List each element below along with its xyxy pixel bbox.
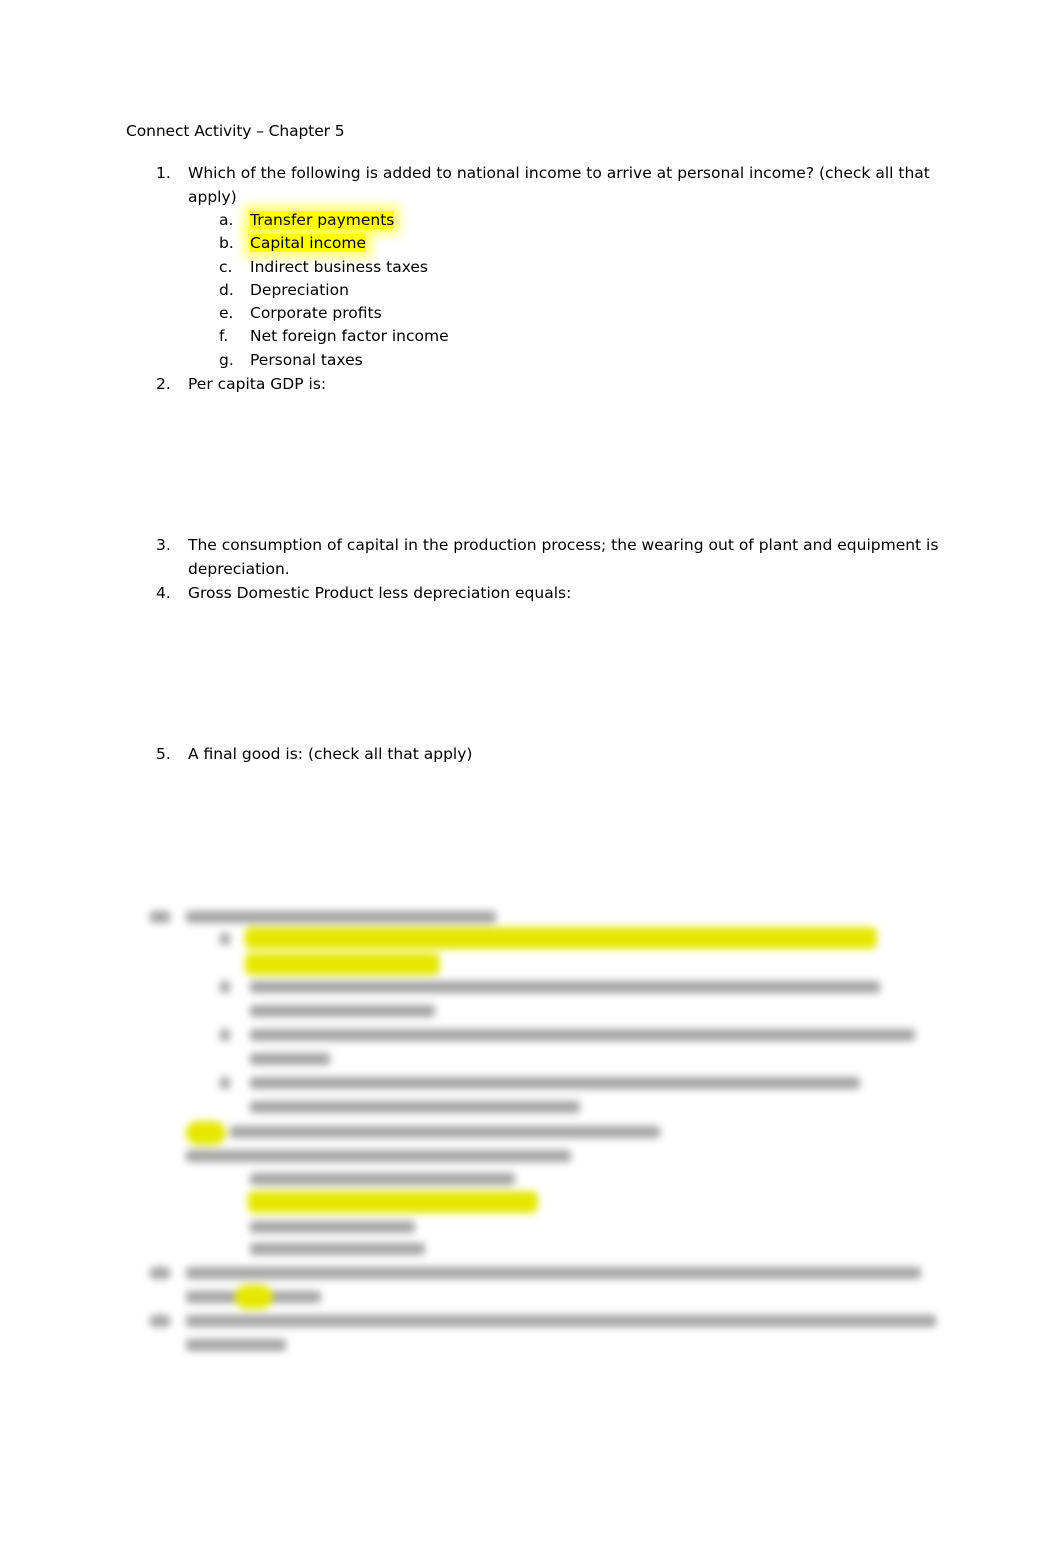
option-e: e. Corporate profits [219, 302, 382, 325]
option-text: Net foreign factor income [250, 327, 449, 345]
blurred-highlight [235, 1285, 273, 1309]
blurred-line [220, 981, 230, 993]
option-text: Corporate profits [250, 304, 382, 322]
question-1: 1. Which of the following is added to na… [156, 161, 946, 209]
blurred-line [250, 1101, 580, 1113]
blurred-line [250, 1005, 435, 1017]
blurred-line [150, 911, 170, 923]
option-text: Personal taxes [250, 351, 363, 369]
blurred-line [250, 1221, 415, 1233]
blurred-line [250, 1173, 515, 1185]
option-a: a. Transfer payments [219, 209, 395, 232]
question-text: Which of the following is added to natio… [188, 164, 930, 206]
blurred-line [250, 1029, 915, 1041]
option-letter: b. [219, 234, 234, 252]
blurred-line [230, 1126, 660, 1138]
question-number: 4. [156, 584, 171, 602]
question-number: 2. [156, 375, 171, 393]
blurred-highlight [245, 953, 440, 975]
option-c: c. Indirect business taxes [219, 256, 428, 279]
question-number: 5. [156, 745, 171, 763]
question-text: The consumption of capital in the produc… [188, 536, 939, 578]
question-text: Per capita GDP is: [188, 375, 327, 393]
question-number: 1. [156, 164, 171, 182]
document-title: Connect Activity – Chapter 5 [126, 122, 345, 140]
option-d: d. Depreciation [219, 279, 349, 302]
blurred-highlight [245, 927, 877, 949]
option-text-highlighted: Capital income [250, 234, 367, 252]
option-g: g. Personal taxes [219, 349, 363, 372]
option-letter: c. [219, 258, 233, 276]
blurred-line [250, 1243, 425, 1255]
blurred-line [150, 1315, 170, 1327]
document-page: Connect Activity – Chapter 5 1. Which of… [0, 0, 1062, 1556]
blurred-content-section [150, 905, 950, 1365]
blurred-line [220, 1077, 230, 1089]
option-letter: d. [219, 281, 234, 299]
blurred-highlight [248, 1191, 538, 1213]
blurred-line [186, 1267, 921, 1279]
blurred-line [186, 911, 496, 923]
blurred-line [250, 981, 880, 993]
blurred-line [250, 1053, 330, 1065]
option-text: Depreciation [250, 281, 349, 299]
option-text-highlighted: Transfer payments [250, 211, 395, 229]
question-text: Gross Domestic Product less depreciation… [188, 584, 572, 602]
option-letter: e. [219, 304, 234, 322]
option-text: Indirect business taxes [250, 258, 429, 276]
blurred-highlight [186, 1121, 226, 1145]
option-letter: a. [219, 211, 234, 229]
blurred-line [150, 1267, 170, 1279]
question-3: 3. The consumption of capital in the pro… [156, 533, 946, 581]
blurred-line [186, 1339, 286, 1351]
blurred-line [250, 1077, 860, 1089]
question-2: 2. Per capita GDP is: [156, 372, 946, 396]
question-4: 4. Gross Domestic Product less depreciat… [156, 581, 946, 605]
blurred-line [186, 1315, 936, 1327]
blurred-line [220, 1029, 230, 1041]
option-b: b. Capital income [219, 232, 367, 255]
option-f: f. Net foreign factor income [219, 325, 449, 348]
blurred-line [186, 1150, 571, 1162]
option-letter: g. [219, 351, 234, 369]
question-5: 5. A final good is: (check all that appl… [156, 742, 946, 766]
question-number: 3. [156, 536, 171, 554]
question-text: A final good is: (check all that apply) [188, 745, 473, 763]
blurred-line [220, 933, 230, 945]
option-letter: f. [219, 327, 229, 345]
